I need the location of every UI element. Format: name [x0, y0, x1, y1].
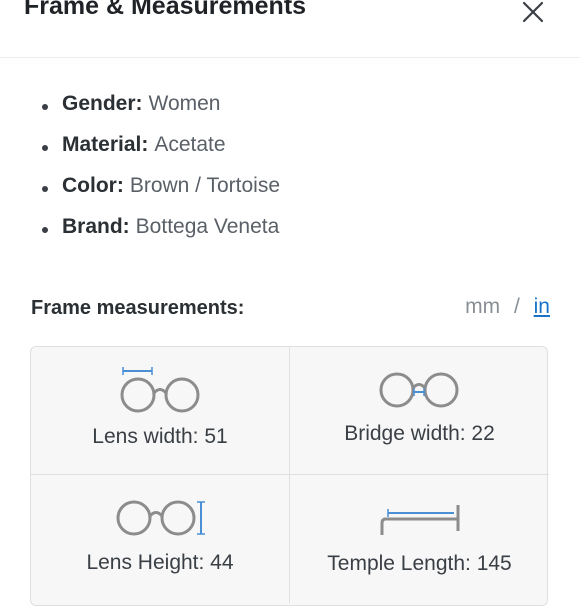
measurement-temple-length: Temple Length: 145: [290, 475, 549, 603]
close-button[interactable]: [518, 0, 548, 27]
measurements-grid: Lens width: 51 Bridge width: 22 Lens Hei…: [30, 346, 549, 606]
dialog-title: Frame & Measurements: [24, 0, 307, 20]
spec-label: Material:: [62, 133, 149, 156]
spec-list: Gender: Women Material: Acetate Color: Brow…: [40, 92, 280, 256]
frame-measurements-heading: Frame measurements:: [31, 297, 245, 319]
lens-height-icon: [116, 500, 205, 536]
unit-mm-option[interactable]: mm: [465, 295, 500, 318]
measurement-lens-height: Lens Height: 44: [31, 475, 290, 603]
close-icon: [522, 1, 544, 23]
spec-color: Color: Brown / Tortoise: [40, 174, 280, 215]
spec-value: Acetate: [154, 133, 226, 156]
measurement-bridge-width: Bridge width: 22: [290, 347, 549, 475]
temple-length-icon: [380, 505, 460, 535]
temple-length-label: Temple Length: 145: [327, 552, 512, 575]
spec-label: Gender:: [62, 92, 143, 115]
spec-label: Color:: [62, 174, 124, 197]
spec-gender: Gender: Women: [40, 92, 280, 133]
unit-in-option[interactable]: in: [534, 295, 550, 318]
bridge-width-icon: [379, 372, 459, 408]
spec-value: Bottega Veneta: [135, 215, 280, 238]
measurement-lens-width: Lens width: 51: [31, 347, 290, 475]
lens-width-icon: [120, 367, 200, 413]
lens-height-label: Lens Height: 44: [86, 551, 234, 574]
bridge-width-label: Bridge width: 22: [344, 422, 495, 445]
lens-width-label: Lens width: 51: [92, 425, 228, 448]
spec-brand: Brand: Bottega Veneta: [40, 215, 280, 256]
unit-toggle: mm / in: [465, 295, 550, 319]
spec-value: Women: [148, 92, 221, 115]
spec-material: Material: Acetate: [40, 133, 280, 174]
spec-value: Brown / Tortoise: [129, 174, 281, 197]
unit-separator: /: [513, 295, 520, 318]
dialog-header: Frame & Measurements: [0, 0, 580, 58]
spec-label: Brand:: [62, 215, 130, 238]
